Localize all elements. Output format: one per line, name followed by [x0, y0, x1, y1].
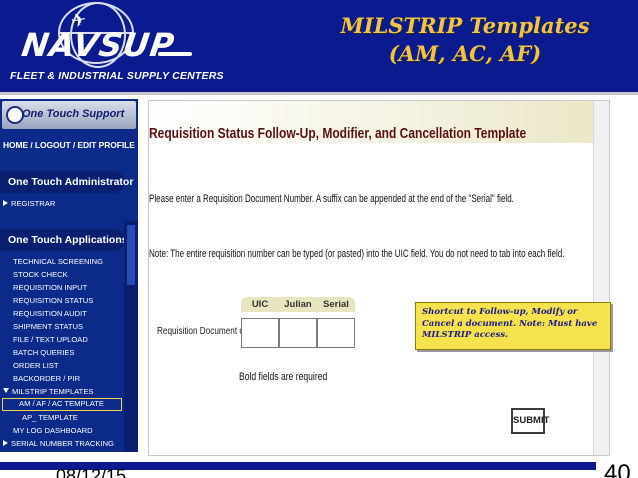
instruction-text: Please enter a Requisition Document Numb…	[149, 193, 514, 205]
collapse-arrow-icon	[3, 388, 9, 393]
julian-field[interactable]	[279, 318, 317, 348]
slide-title: MILSTRIP Templates (AM, AC, AF)	[312, 12, 618, 68]
sidebar-item-ap-template[interactable]: AP_ TEMPLATE	[0, 411, 124, 424]
header-divider	[0, 92, 638, 95]
sidebar-item-backorder-pir[interactable]: BACKORDER / PIR	[0, 372, 124, 385]
admin-section-label: One Touch Administrator	[8, 176, 134, 188]
sidebar-item-requisition-audit[interactable]: REQUISITION AUDIT	[0, 307, 124, 320]
expand-arrow-icon	[3, 440, 8, 446]
one-touch-support-label: One Touch Support	[22, 108, 125, 120]
logo-swoosh	[158, 52, 192, 56]
slide-date: 08/12/15	[56, 466, 127, 478]
admin-section-header: One Touch Administrator	[0, 171, 133, 193]
slide-title-line1: MILSTRIP Templates	[340, 13, 590, 38]
sidebar-item-batch-queries[interactable]: BATCH QUERIES	[0, 346, 124, 359]
shortcut-callout: Shortcut to Follow-up, Modify or Cancel …	[415, 302, 611, 350]
page-title: Requisition Status Follow-Up, Modifier, …	[149, 125, 527, 142]
column-header-serial: Serial	[317, 297, 355, 312]
uic-field[interactable]	[241, 318, 279, 348]
required-fields-note: Bold fields are required	[239, 371, 328, 383]
sidebar-item-stock-check[interactable]: STOCK CHECK	[0, 268, 124, 281]
sidebar-item-milstrip-templates[interactable]: MILSTRIP TEMPLATES	[0, 385, 124, 398]
sidebar-item-order-list[interactable]: ORDER LIST	[0, 359, 124, 372]
sidebar-scrollbar[interactable]	[124, 221, 138, 452]
column-header-julian: Julian	[279, 297, 317, 312]
callout-text: Shortcut to Follow-up, Modify or Cancel …	[422, 307, 598, 340]
sidebar-item-requisition-input[interactable]: REQUISITION INPUT	[0, 281, 124, 294]
apps-section-header: One Touch Applications	[0, 229, 128, 251]
one-touch-support-banner[interactable]: One Touch Support	[2, 101, 136, 129]
sidebar-item-file-upload[interactable]: FILE / TEXT UPLOAD	[0, 333, 124, 346]
paste-note-text: Note: The entire requisition number can …	[149, 248, 565, 260]
sidebar-item-shipment-status[interactable]: SHIPMENT STATUS	[0, 320, 124, 333]
submit-button[interactable]: SUBMIT	[511, 408, 549, 434]
template-content-panel: Requisition Status Follow-Up, Modifier, …	[148, 100, 610, 456]
apps-section-label: One Touch Applications	[8, 234, 128, 246]
slide-page-number: 40	[604, 460, 631, 478]
requisition-document-label: Requisition Document #:	[157, 325, 247, 337]
sidebar-item-log-dashboard[interactable]: MY LOG DASHBOARD	[0, 424, 124, 437]
serial-field[interactable]	[317, 318, 355, 348]
logo-tagline: FLEET & INDUSTRIAL SUPPLY CENTERS	[10, 70, 224, 82]
sidebar-item-serial-tracking[interactable]: SERIAL NUMBER TRACKING	[0, 437, 124, 450]
column-header-uic: UIC	[241, 297, 279, 312]
sidebar-item-registrar[interactable]: REGISTRAR	[0, 197, 124, 210]
profile-strip: HOME / LOGOUT / EDIT PROFILE	[0, 133, 138, 159]
expand-arrow-icon	[3, 200, 8, 206]
sidebar-item-am-af-ac-template[interactable]: AM / AF / AC TEMPLATE	[2, 398, 122, 411]
sidebar-item-technical-screening[interactable]: TECHNICAL SCREENING	[0, 255, 124, 268]
home-logout-profile-link[interactable]: HOME / LOGOUT / EDIT PROFILE	[3, 140, 135, 150]
slide-header: ✈ NAVSUP FLEET & INDUSTRIAL SUPPLY CENTE…	[0, 0, 638, 92]
slide-title-line2: (AM, AC, AF)	[388, 41, 542, 66]
sidebar-item-requisition-status[interactable]: REQUISITION STATUS	[0, 294, 124, 307]
navsup-logo: NAVSUP	[19, 26, 178, 64]
content-scrollbar[interactable]	[593, 101, 609, 455]
sidebar-nav: One Touch Support HOME / LOGOUT / EDIT P…	[0, 99, 138, 452]
sidebar-scrollbar-thumb[interactable]	[127, 225, 135, 285]
